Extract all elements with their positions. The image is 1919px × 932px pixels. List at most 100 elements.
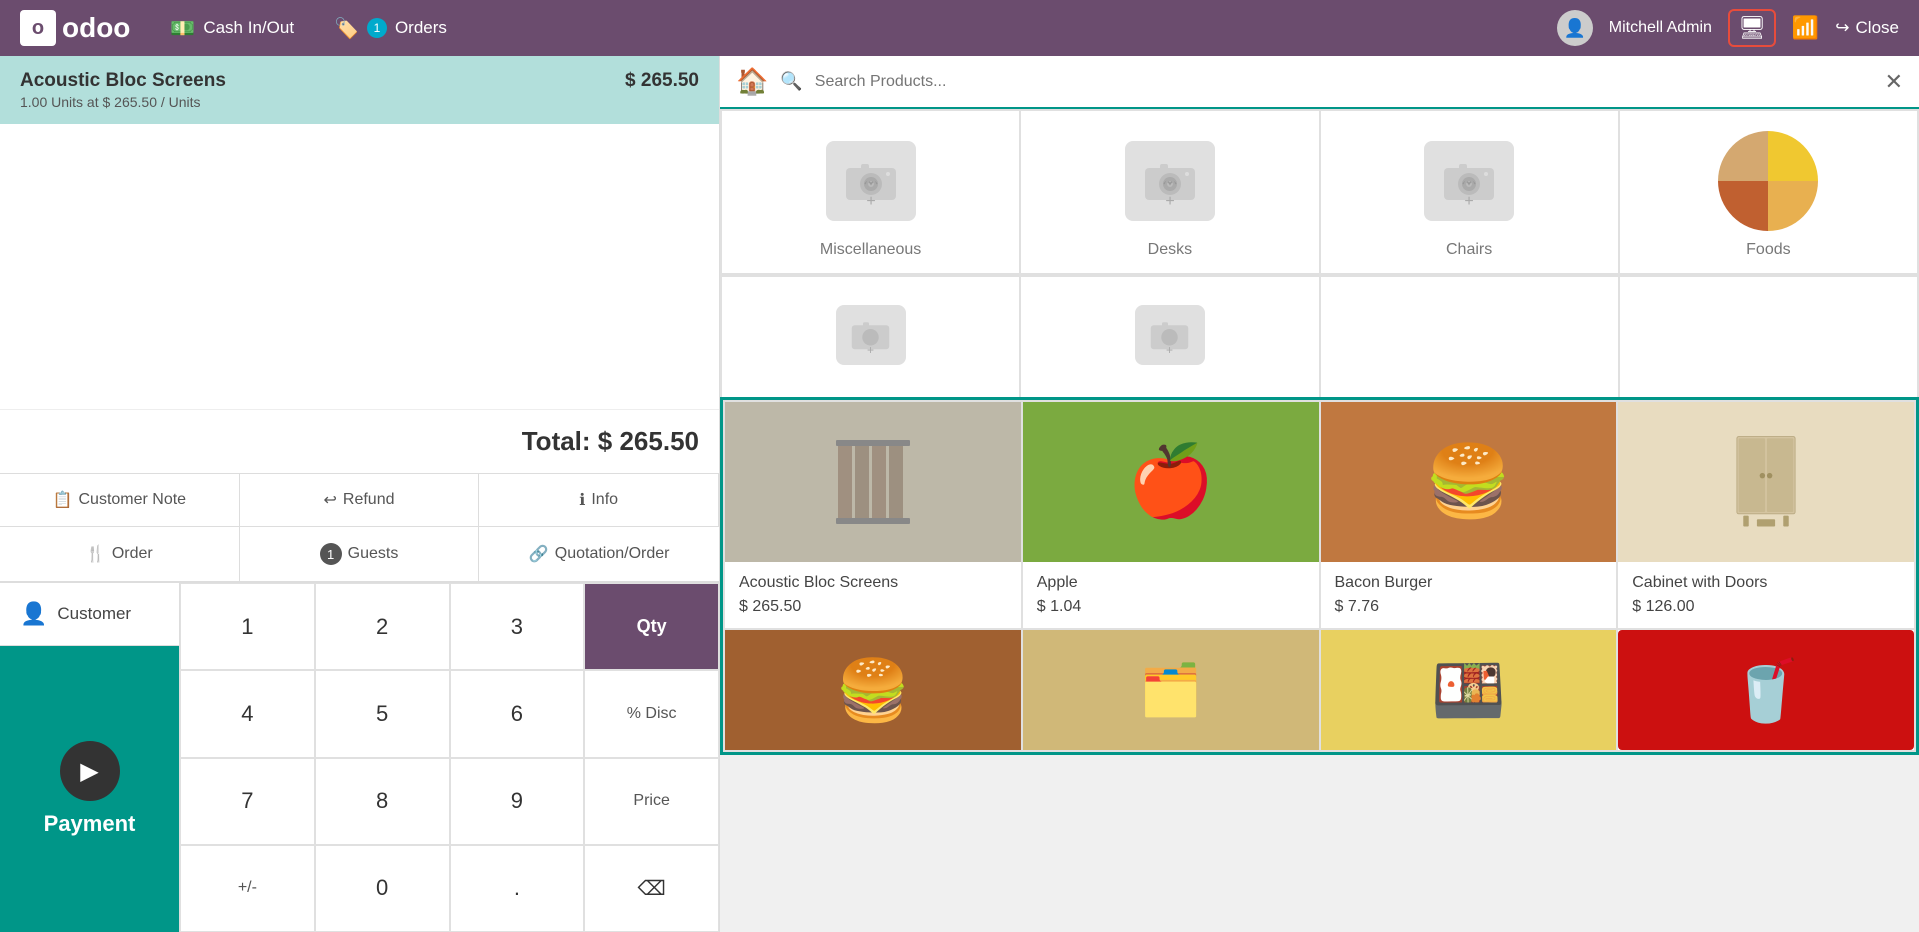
close-button[interactable]: ↪ Close (1835, 18, 1899, 38)
product-price-apple: $ 1.04 (1037, 598, 1305, 616)
total-label: Total: $ 265.50 (522, 426, 699, 456)
orders-button[interactable]: 🏷️ 1 Orders (334, 16, 447, 41)
key-3[interactable]: 3 (450, 583, 585, 670)
note-icon: 📋 (53, 490, 73, 510)
camera-placeholder-desks: + (1125, 141, 1215, 221)
quotation-icon: 🔗 (529, 544, 549, 564)
refund-icon: ↩ (323, 490, 336, 510)
home-button[interactable]: 🏠 (736, 66, 768, 97)
key-dot[interactable]: . (450, 845, 585, 932)
key-qty[interactable]: Qty (584, 583, 719, 670)
category-desks[interactable]: + Desks (1021, 111, 1318, 273)
chevron-right-icon: ▶ (80, 757, 98, 786)
svg-text:+: + (867, 343, 874, 354)
category-empty-3 (1321, 277, 1618, 397)
svg-text:+: + (1464, 193, 1473, 206)
products-grid: Acoustic Bloc Screens $ 265.50 🍎 Apple $… (723, 400, 1916, 752)
info-button[interactable]: ℹ Info (479, 474, 719, 527)
svg-text:+: + (1165, 193, 1174, 206)
orders-icon: 🏷️ (334, 16, 359, 41)
key-6[interactable]: 6 (450, 670, 585, 757)
key-1[interactable]: 1 (180, 583, 315, 670)
search-input[interactable] (815, 73, 1873, 91)
order-item-detail: 1.00 Units at $ 265.50 / Units (20, 94, 226, 110)
categories-grid: + Miscellaneous (720, 109, 1919, 275)
key-0[interactable]: 0 (315, 845, 450, 932)
avatar: 👤 (1557, 10, 1593, 46)
total-row: Total: $ 265.50 (0, 409, 719, 473)
monitor-icon: 🖥 (1738, 15, 1766, 41)
order-icon: 🍴 (86, 544, 106, 564)
customer-note-button[interactable]: 📋 Customer Note (0, 474, 240, 527)
action-buttons: 📋 Customer Note ↩ Refund ℹ Info 🍴 Order … (0, 473, 719, 582)
products-scroll: + Miscellaneous (720, 109, 1919, 932)
product-name-acoustic: Acoustic Bloc Screens (739, 574, 1007, 592)
products-section: Acoustic Bloc Screens $ 265.50 🍎 Apple $… (720, 397, 1919, 755)
key-7[interactable]: 7 (180, 758, 315, 845)
product-bacon-burger[interactable]: 🍔 Bacon Burger $ 7.76 (1321, 402, 1617, 628)
cash-icon: 💵 (170, 16, 195, 41)
right-panel: 🏠 🔍 ✕ (720, 56, 1919, 932)
logo-icon: o (20, 10, 56, 46)
order-item-price: $ 265.50 (625, 70, 699, 92)
camera-placeholder-misc: + (826, 141, 916, 221)
logo: o odoo (20, 10, 130, 46)
customer-button[interactable]: 👤 Customer (0, 583, 179, 646)
bottom-area: 👤 Customer ▶ Payment 1 2 3 Qty 4 5 6 (0, 582, 719, 932)
order-item: Acoustic Bloc Screens 1.00 Units at $ 26… (0, 56, 719, 124)
search-bar: 🏠 🔍 ✕ (720, 56, 1919, 109)
categories-row2: + + (720, 275, 1919, 397)
customer-payment-col: 👤 Customer ▶ Payment (0, 583, 180, 932)
product-wood[interactable]: 🗂️ (1023, 630, 1319, 750)
product-price-burger: $ 7.76 (1335, 598, 1603, 616)
key-plusminus[interactable]: +/- (180, 845, 315, 932)
category-foods[interactable]: Foods (1620, 111, 1917, 273)
key-disc[interactable]: % Disc (584, 670, 719, 757)
key-price[interactable]: Price (584, 758, 719, 845)
search-icon: 🔍 (780, 71, 802, 92)
refund-button[interactable]: ↩ Refund (240, 474, 480, 527)
order-item-name: Acoustic Bloc Screens (20, 70, 226, 92)
category-miscellaneous[interactable]: + Miscellaneous (722, 111, 1019, 273)
key-5[interactable]: 5 (315, 670, 450, 757)
cash-in-out-button[interactable]: 💵 Cash In/Out (170, 16, 294, 41)
product-cola[interactable]: 🥤 (1618, 630, 1914, 750)
payment-button[interactable]: ▶ Payment (0, 646, 179, 932)
category-extra-1[interactable]: + (722, 277, 1019, 397)
product-burger2[interactable]: 🍔 (725, 630, 1021, 750)
camera-placeholder-5: + (836, 305, 906, 365)
customer-icon: 👤 (20, 601, 47, 627)
category-extra-2[interactable]: + (1021, 277, 1318, 397)
key-9[interactable]: 9 (450, 758, 585, 845)
svg-text:+: + (1166, 343, 1173, 354)
order-button[interactable]: 🍴 Order (0, 527, 240, 582)
search-close-icon[interactable]: ✕ (1885, 69, 1903, 95)
key-2[interactable]: 2 (315, 583, 450, 670)
category-label-foods: Foods (1746, 241, 1790, 259)
key-4[interactable]: 4 (180, 670, 315, 757)
numpad: 1 2 3 Qty 4 5 6 % Disc 7 8 9 Price +/- 0… (180, 583, 719, 932)
order-spacer (0, 124, 719, 409)
product-price-acoustic: $ 265.50 (739, 598, 1007, 616)
category-chairs[interactable]: + Chairs (1321, 111, 1618, 273)
main-layout: Acoustic Bloc Screens 1.00 Units at $ 26… (0, 56, 1919, 932)
product-name-cabinet: Cabinet with Doors (1632, 574, 1900, 592)
close-icon: ↪ (1835, 18, 1849, 38)
product-acoustic[interactable]: Acoustic Bloc Screens $ 265.50 (725, 402, 1021, 628)
left-panel: Acoustic Bloc Screens 1.00 Units at $ 26… (0, 56, 720, 932)
payment-circle: ▶ (60, 741, 120, 801)
key-backspace[interactable]: ⌫ (584, 845, 719, 932)
user-name: Mitchell Admin (1609, 19, 1712, 37)
product-cheese[interactable]: 🍱 (1321, 630, 1617, 750)
key-8[interactable]: 8 (315, 758, 450, 845)
product-name-burger: Bacon Burger (1335, 574, 1603, 592)
nav-right: 👤 Mitchell Admin 🖥 📶 ↪ Close (1557, 9, 1899, 47)
product-price-cabinet: $ 126.00 (1632, 598, 1900, 616)
screen-button[interactable]: 🖥 (1728, 9, 1776, 47)
quotation-button[interactable]: 🔗 Quotation/Order (479, 527, 719, 582)
product-cabinet[interactable]: Cabinet with Doors $ 126.00 (1618, 402, 1914, 628)
product-apple[interactable]: 🍎 Apple $ 1.04 (1023, 402, 1319, 628)
top-nav: o odoo 💵 Cash In/Out 🏷️ 1 Orders 👤 Mitch… (0, 0, 1919, 56)
guests-button[interactable]: 1 Guests (240, 527, 480, 582)
orders-badge: 1 (367, 18, 387, 38)
